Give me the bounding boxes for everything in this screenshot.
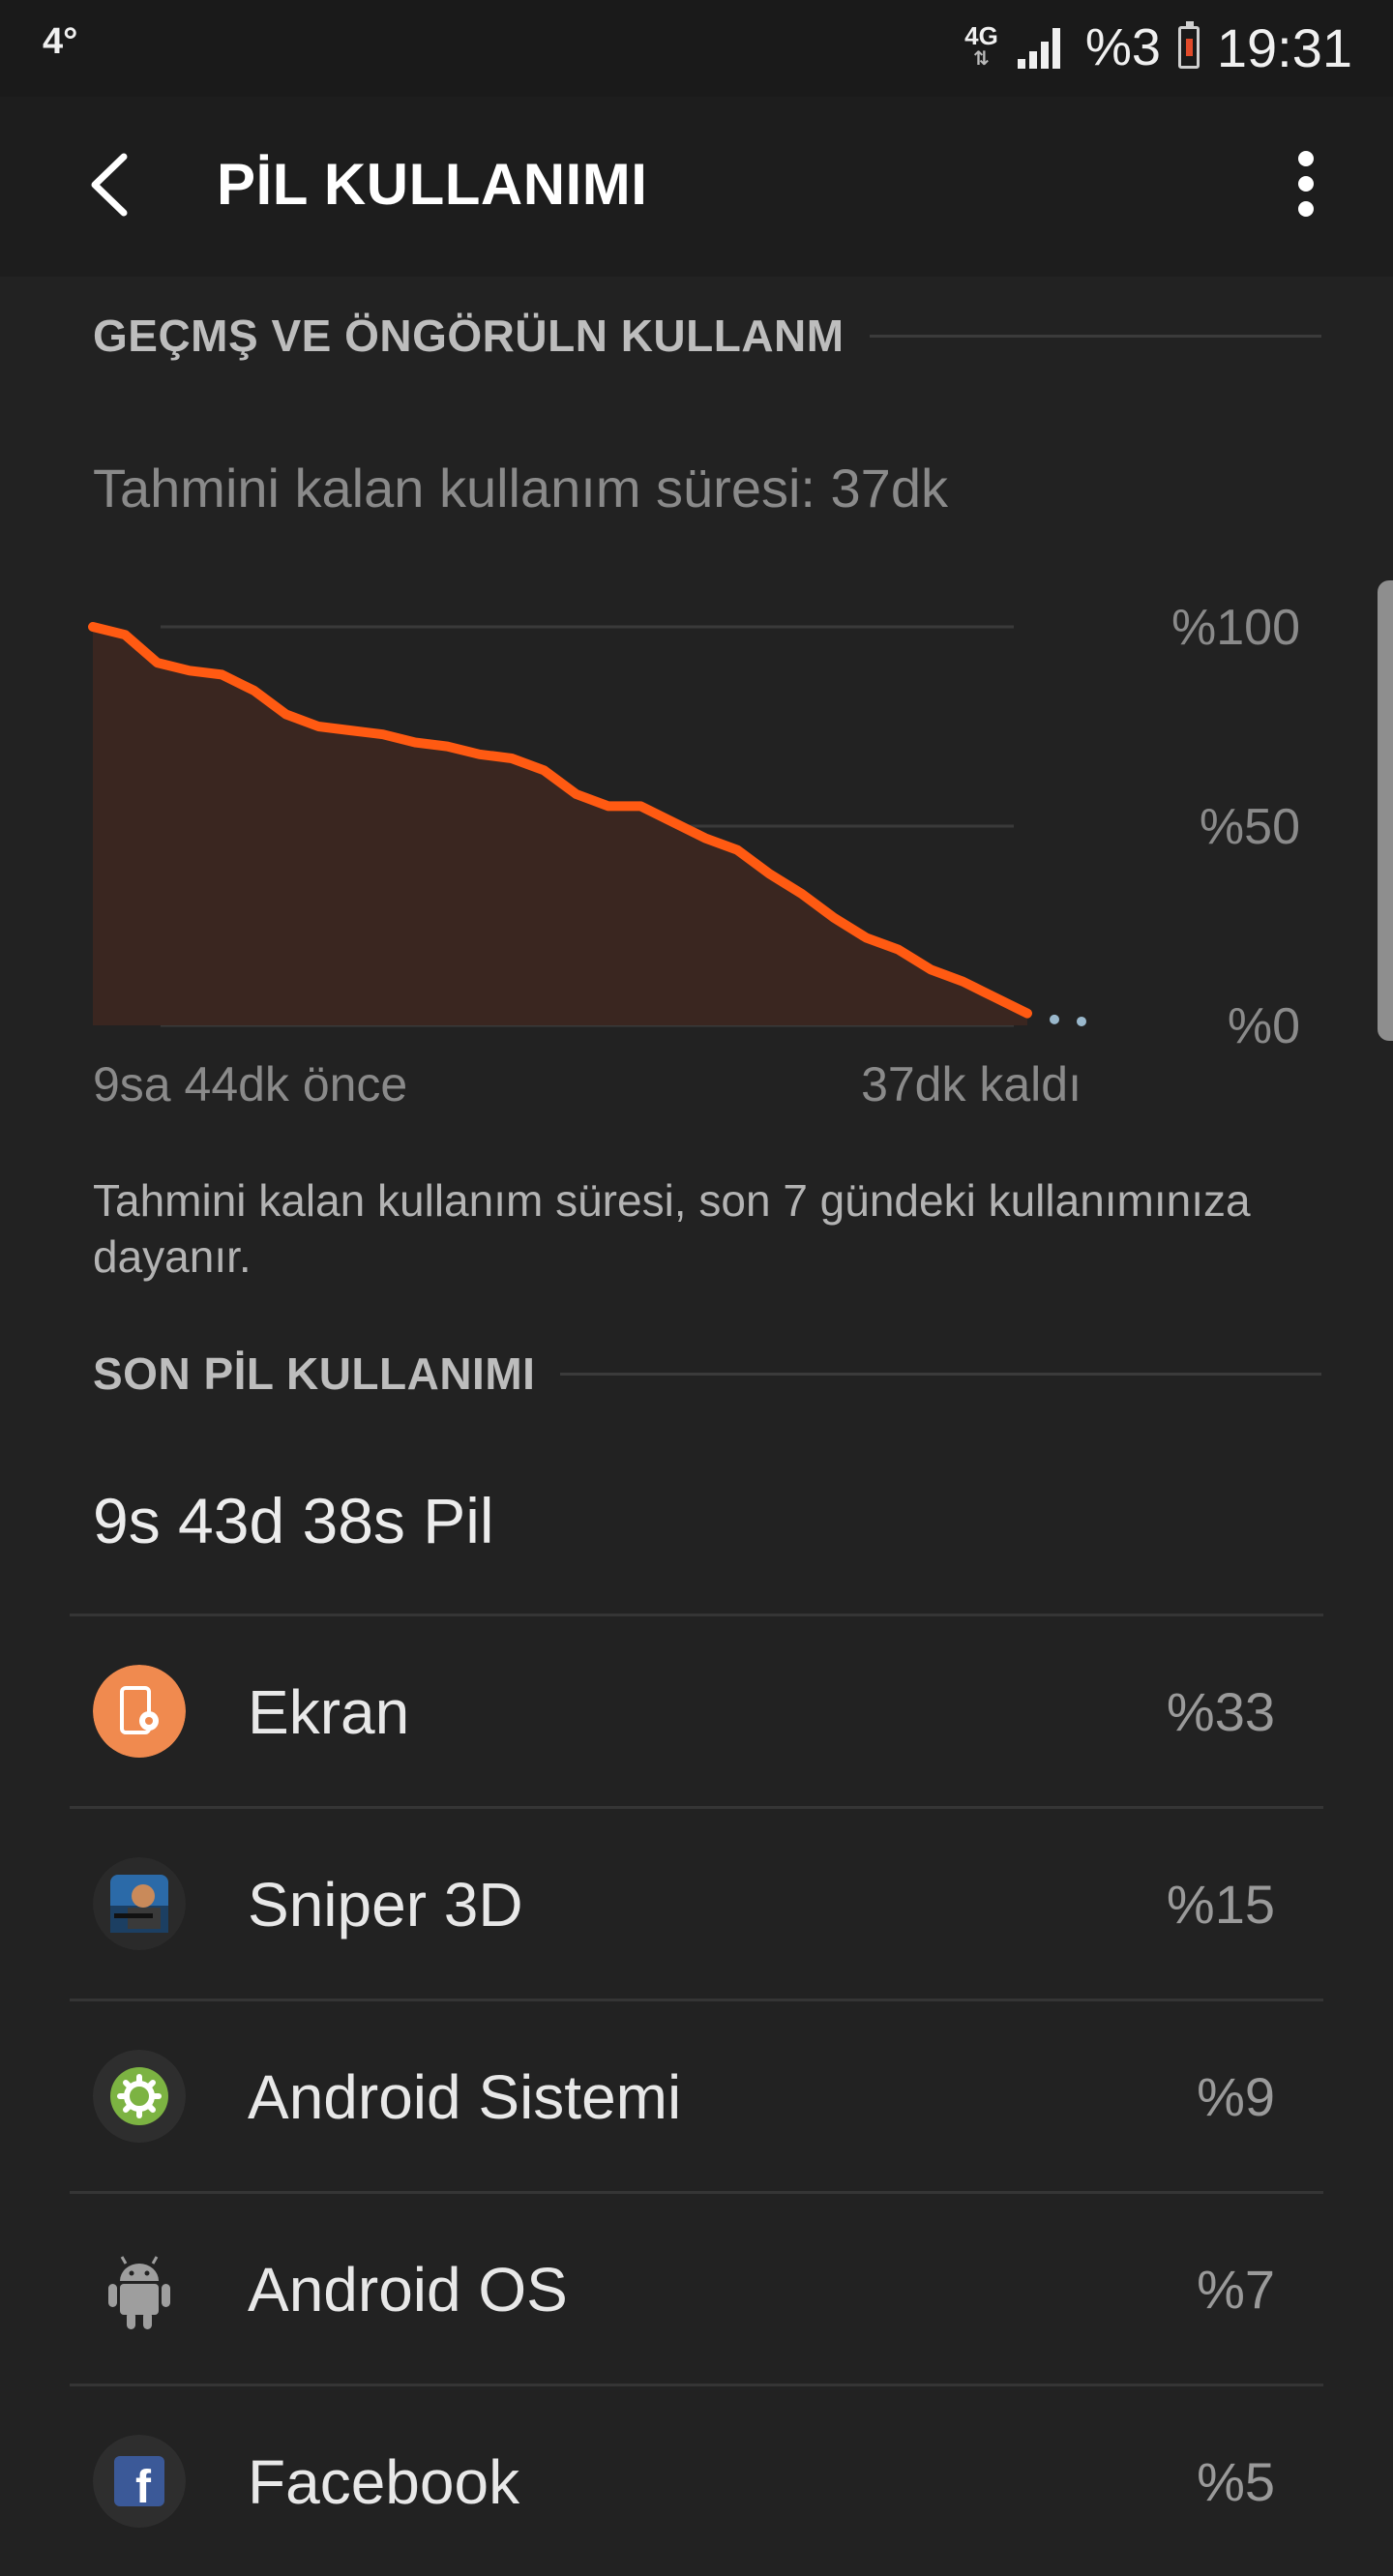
y-tick-label: %50 (1200, 799, 1300, 855)
app-name: Sniper 3D (248, 1870, 523, 1939)
battery-icon (1177, 21, 1200, 69)
usage-percent: %33 (1166, 1681, 1275, 1742)
section-divider (869, 334, 1321, 338)
y-tick-label: %100 (1171, 600, 1300, 656)
x-end-label: 37dk kaldı (861, 1057, 1082, 1103)
usage-item-android-sistemi[interactable]: Android Sistemi %9 (70, 1999, 1323, 2191)
usage-item-ekran[interactable]: Ekran %33 (70, 1614, 1323, 1806)
y-tick-label: %0 (1228, 998, 1300, 1054)
estimated-remaining-time: Tahmini kalan kullanım süresi: 37dk (93, 458, 948, 518)
android-robot-icon (108, 2256, 170, 2329)
app-name: Android OS (248, 2255, 568, 2324)
usage-percent: %15 (1166, 1874, 1275, 1935)
section-divider (560, 1372, 1321, 1376)
status-bar: 4° 4G ⇅ %3 19:31 (0, 0, 1393, 97)
recent-section-header: SON PİL KULLANIMI (93, 1347, 1321, 1400)
y-axis-ticks: %100 %50 %0 (1171, 600, 1300, 1054)
data-arrows-icon: ⇅ (973, 48, 990, 70)
network-type-label: 4G (964, 21, 998, 50)
android-system-gear-icon (93, 2050, 186, 2143)
usage-item-sniper-3d[interactable]: Sniper 3D %15 (70, 1806, 1323, 1999)
total-battery-time: 9s 43d 38s Pil (93, 1485, 494, 1556)
projection-dot (1050, 1014, 1059, 1024)
back-arrow-icon[interactable] (77, 151, 145, 219)
clock: 19:31 (1216, 16, 1352, 78)
app-name: Ekran (248, 1677, 410, 1747)
usage-percent: %9 (1197, 2066, 1275, 2127)
temperature-indicator: 4° (43, 21, 78, 62)
svg-text:f: f (135, 2462, 152, 2513)
sniper-3d-app-icon (93, 1857, 186, 1950)
recent-section-title: SON PİL KULLANIMI (93, 1348, 536, 1399)
more-options-icon[interactable] (1277, 145, 1335, 222)
status-icons: 4G ⇅ %3 19:31 (964, 14, 1352, 81)
projection-dot (1077, 1016, 1086, 1026)
usage-percent: %5 (1197, 2451, 1275, 2512)
usage-percent: %7 (1197, 2259, 1275, 2320)
scrollbar[interactable] (1378, 580, 1393, 1041)
page-title: PİL KULLANIMI (217, 152, 648, 217)
usage-item-android-os[interactable]: Android OS %7 (70, 2191, 1323, 2384)
battery-percent: %3 (1084, 18, 1161, 76)
app-bar: PİL KULLANIMI (0, 97, 1393, 277)
app-name: Facebook (248, 2447, 520, 2517)
usage-item-facebook[interactable]: f Facebook %5 (70, 2384, 1323, 2576)
history-section-title: GEÇMŞ VE ÖNGÖRÜLN KULLANM (93, 311, 845, 361)
signal-strength-icon (1017, 28, 1060, 69)
app-name: Android Sistemi (248, 2062, 682, 2132)
network-type-indicator: 4G ⇅ (964, 21, 998, 71)
x-start-label: 9sa 44dk önce (93, 1057, 407, 1103)
screen-settings-icon (93, 1665, 186, 1758)
facebook-icon: f (93, 2435, 186, 2528)
usage-list: Ekran %33 Sniper 3D %15 Android Sistemi … (70, 1614, 1323, 2576)
battery-usage-chart: %100 %50 %0 9sa 44dk önce 37dk kaldı (88, 600, 1300, 1103)
chart-caption: Tahmini kalan kullanım süresi, son 7 gün… (93, 1175, 1251, 1282)
history-section-header: GEÇMŞ VE ÖNGÖRÜLN KULLANM (93, 310, 1321, 362)
projection-dots (1050, 1014, 1086, 1026)
